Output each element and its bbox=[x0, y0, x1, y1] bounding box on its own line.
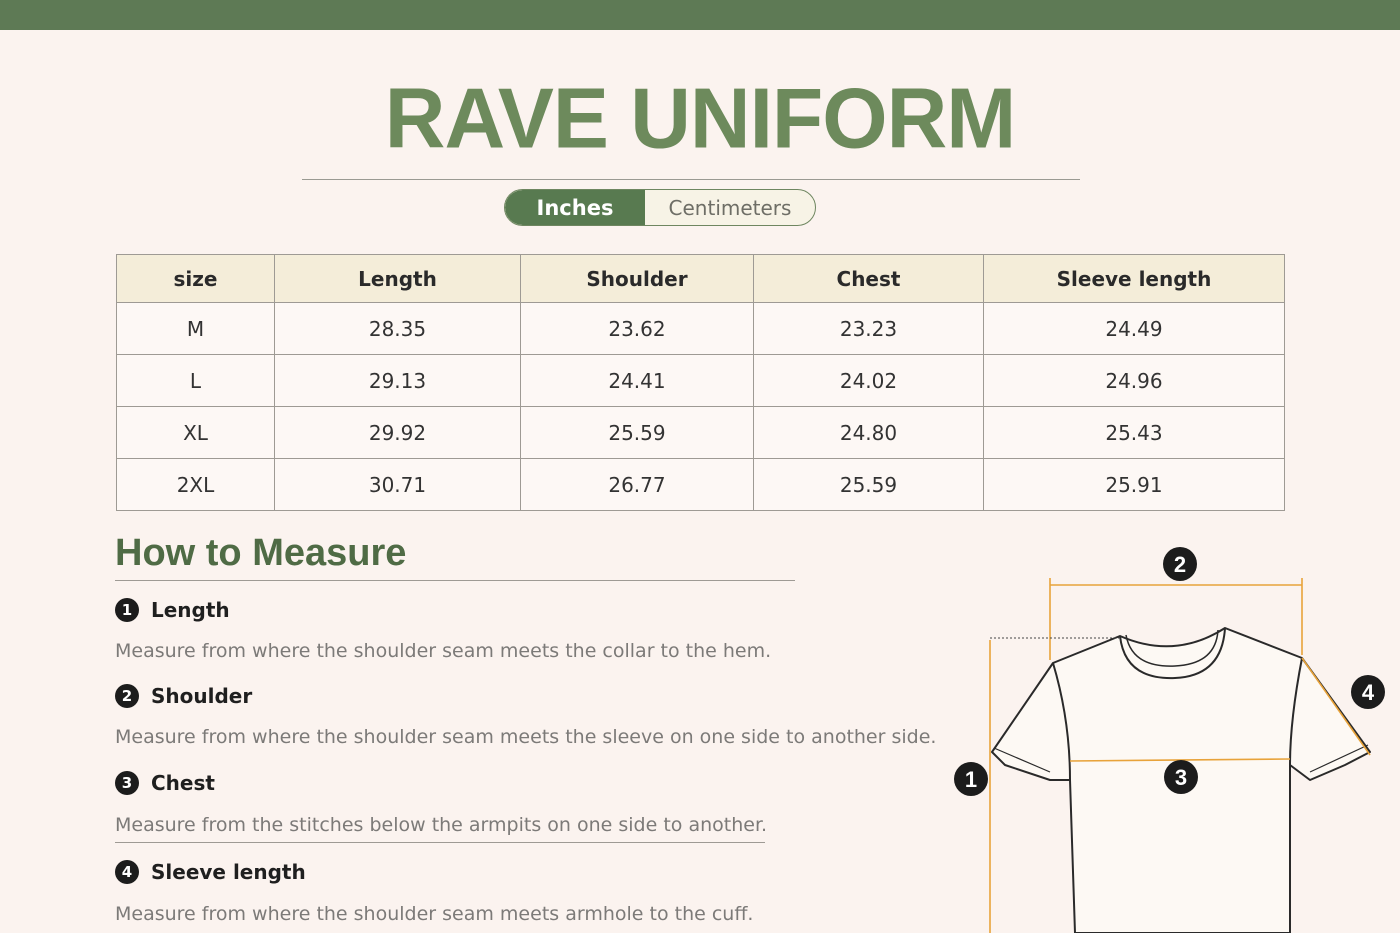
marker-1-label: 1 bbox=[965, 767, 977, 792]
table-row: 2XL 30.71 26.77 25.59 25.91 bbox=[116, 458, 1285, 511]
marker-1-icon: 1 bbox=[954, 762, 988, 796]
cell-shoulder: 23.62 bbox=[520, 302, 754, 355]
marker-2-icon: 2 bbox=[1163, 547, 1197, 581]
marker-3-label: 3 bbox=[1175, 765, 1187, 790]
tshirt-measurement-diagram: 1 2 3 4 bbox=[954, 547, 1385, 933]
step-label: Length bbox=[151, 598, 230, 622]
cell-length: 29.92 bbox=[274, 406, 521, 459]
cell-shoulder: 25.59 bbox=[520, 406, 754, 459]
inches-tab[interactable]: Inches bbox=[505, 190, 645, 225]
step-divider bbox=[115, 842, 765, 843]
step-description: Measure from where the shoulder seam mee… bbox=[115, 903, 754, 925]
step-sleeve-length: 4 Sleeve length bbox=[115, 860, 306, 884]
cell-chest: 24.02 bbox=[753, 354, 984, 407]
centimeters-tab[interactable]: Centimeters bbox=[645, 190, 815, 225]
cell-size: XL bbox=[116, 406, 275, 459]
step-length: 1 Length bbox=[115, 598, 230, 622]
cell-chest: 25.59 bbox=[753, 458, 984, 511]
column-header-chest: Chest bbox=[753, 254, 984, 303]
step-description: Measure from where the shoulder seam mee… bbox=[115, 726, 937, 748]
number-1-icon: 1 bbox=[115, 598, 139, 622]
top-banner bbox=[0, 0, 1400, 30]
step-description: Measure from where the shoulder seam mee… bbox=[115, 640, 772, 662]
marker-3-icon: 3 bbox=[1164, 760, 1198, 794]
cell-size: L bbox=[116, 354, 275, 407]
table-row: XL 29.92 25.59 24.80 25.43 bbox=[116, 406, 1285, 459]
marker-4-icon: 4 bbox=[1351, 675, 1385, 709]
step-label: Sleeve length bbox=[151, 860, 306, 884]
table-row: L 29.13 24.41 24.02 24.96 bbox=[116, 354, 1285, 407]
column-header-shoulder: Shoulder bbox=[520, 254, 754, 303]
step-shoulder: 2 Shoulder bbox=[115, 684, 252, 708]
cell-sleeve-length: 24.49 bbox=[983, 302, 1285, 355]
cell-shoulder: 26.77 bbox=[520, 458, 754, 511]
column-header-size: size bbox=[116, 254, 275, 303]
title-divider bbox=[302, 179, 1080, 180]
cell-sleeve-length: 25.91 bbox=[983, 458, 1285, 511]
cell-sleeve-length: 25.43 bbox=[983, 406, 1285, 459]
step-description: Measure from the stitches below the armp… bbox=[115, 814, 768, 836]
marker-2-label: 2 bbox=[1174, 552, 1186, 577]
cell-length: 28.35 bbox=[274, 302, 521, 355]
table-row: M 28.35 23.62 23.23 24.49 bbox=[116, 302, 1285, 355]
number-4-icon: 4 bbox=[115, 860, 139, 884]
how-to-measure-heading: How to Measure bbox=[115, 532, 407, 574]
step-chest: 3 Chest bbox=[115, 771, 215, 795]
column-header-length: Length bbox=[274, 254, 521, 303]
page-title: RAVE UNIFORM bbox=[384, 70, 1016, 166]
unit-toggle[interactable]: Inches Centimeters bbox=[504, 189, 816, 226]
section-divider bbox=[115, 580, 795, 581]
number-3-icon: 3 bbox=[115, 771, 139, 795]
number-2-icon: 2 bbox=[115, 684, 139, 708]
cell-sleeve-length: 24.96 bbox=[983, 354, 1285, 407]
cell-shoulder: 24.41 bbox=[520, 354, 754, 407]
table-header-row: size Length Shoulder Chest Sleeve length bbox=[116, 254, 1285, 303]
cell-chest: 24.80 bbox=[753, 406, 984, 459]
cell-chest: 23.23 bbox=[753, 302, 984, 355]
cell-length: 30.71 bbox=[274, 458, 521, 511]
column-header-sleeve-length: Sleeve length bbox=[983, 254, 1285, 303]
step-label: Shoulder bbox=[151, 684, 253, 708]
step-label: Chest bbox=[151, 771, 215, 795]
cell-size: 2XL bbox=[116, 458, 275, 511]
marker-4-label: 4 bbox=[1362, 680, 1375, 705]
cell-size: M bbox=[116, 302, 275, 355]
cell-length: 29.13 bbox=[274, 354, 521, 407]
size-chart-table: size Length Shoulder Chest Sleeve length… bbox=[116, 254, 1285, 511]
